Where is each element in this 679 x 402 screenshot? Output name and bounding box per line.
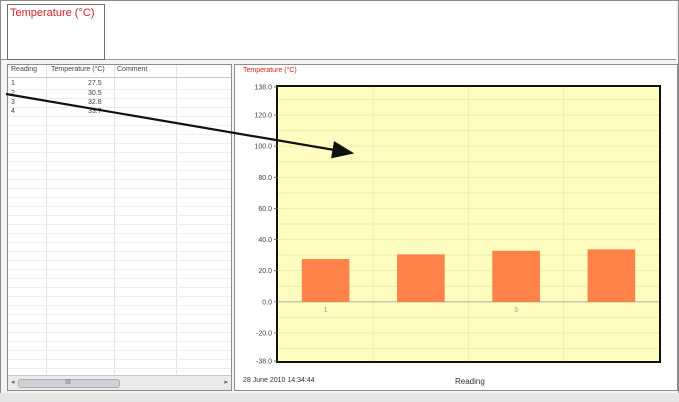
row-divider — [8, 89, 231, 90]
y-tick-label: 80.0 — [258, 175, 272, 182]
row-divider — [8, 215, 231, 216]
scroll-right-arrow-icon[interactable]: ▸ — [224, 378, 228, 386]
row-divider — [8, 125, 231, 126]
row-divider — [8, 260, 231, 261]
table-grid — [8, 65, 231, 374]
y-tick-label: 60.0 — [258, 206, 272, 213]
row-divider — [8, 314, 231, 315]
meter-title: Temperature (°C) — [10, 7, 95, 19]
row-divider — [8, 251, 231, 252]
bar — [301, 259, 350, 302]
bar — [587, 249, 636, 302]
row-divider — [8, 134, 231, 135]
row-divider — [8, 152, 231, 153]
column-header-reading[interactable]: Reading — [11, 66, 37, 73]
column-divider — [176, 65, 177, 374]
column-header-temperature[interactable]: Temperature (°C) — [51, 66, 105, 73]
row-divider — [8, 188, 231, 189]
temperature-meter[interactable]: Temperature (°C) — [7, 4, 105, 60]
row-divider — [8, 296, 231, 297]
horizontal-scrollbar[interactable]: ◂ III ▸ — [8, 375, 231, 390]
y-tick-label: 40.0 — [258, 237, 272, 244]
scroll-left-arrow-icon[interactable]: ◂ — [11, 378, 15, 386]
status-strip — [0, 393, 679, 402]
table-header: Reading Temperature (°C) Comment — [8, 65, 231, 78]
chart-panel: Temperature (°C) -38.0 -20.0 0.0 20.0 40.0 60… — [234, 64, 678, 391]
row-divider — [8, 278, 231, 279]
row-divider — [8, 242, 231, 243]
bar — [397, 254, 445, 302]
bar-chart: -38.0 -20.0 0.0 20.0 40.0 60.0 80.0 100.0 120.0 1… — [254, 85, 659, 366]
x-tick-label: 3 — [514, 307, 518, 314]
row-divider — [8, 269, 231, 270]
y-tick-label: -20.0 — [256, 330, 272, 337]
y-tick-label: 100.0 — [254, 144, 272, 151]
temperature-cell: 32.8 — [88, 99, 102, 106]
temperature-cell: 33.7 — [88, 108, 102, 115]
row-divider — [8, 224, 231, 225]
reading-cell: 1 — [11, 80, 15, 87]
row-divider — [8, 323, 231, 324]
y-tick-label: 20.0 — [258, 268, 272, 275]
row-divider — [8, 179, 231, 180]
row-divider — [8, 116, 231, 117]
x-axis-label: Reading — [455, 377, 485, 386]
readings-table: Reading Temperature (°C) Comment 1 27.5 … — [7, 64, 232, 391]
row-divider — [8, 350, 231, 351]
scroll-grip-icon: III — [65, 379, 71, 386]
row-divider — [8, 107, 231, 108]
column-header-comment[interactable]: Comment — [117, 66, 147, 73]
row-divider — [8, 197, 231, 198]
y-tick-label: 120.0 — [254, 113, 272, 120]
bar — [492, 250, 540, 302]
column-divider — [114, 65, 115, 374]
row-divider — [8, 368, 231, 369]
row-divider — [8, 206, 231, 207]
column-divider — [46, 65, 47, 374]
row-divider — [8, 305, 231, 306]
reading-cell: 4 — [11, 108, 15, 115]
row-divider — [8, 341, 231, 342]
row-divider — [8, 161, 231, 162]
row-divider — [8, 233, 231, 234]
row-divider — [8, 332, 231, 333]
scroll-thumb[interactable]: III — [18, 379, 120, 388]
row-divider — [8, 359, 231, 360]
temperature-cell: 27.5 — [88, 80, 102, 87]
meter-panel: Temperature (°C) — [1, 1, 676, 60]
x-tick-label: 1 — [324, 307, 328, 314]
row-divider — [8, 143, 231, 144]
row-divider — [8, 98, 231, 99]
reading-cell: 3 — [11, 99, 15, 106]
timestamp: 28 June 2010 14:34:44 — [243, 377, 315, 384]
row-divider — [8, 287, 231, 288]
reading-cell: 2 — [11, 90, 15, 97]
y-tick-label: -38.0 — [256, 359, 272, 366]
temperature-cell: 30.5 — [88, 90, 102, 97]
y-tick-label: 0.0 — [262, 299, 272, 306]
row-divider — [8, 170, 231, 171]
y-tick-label: 138.0 — [254, 85, 272, 92]
